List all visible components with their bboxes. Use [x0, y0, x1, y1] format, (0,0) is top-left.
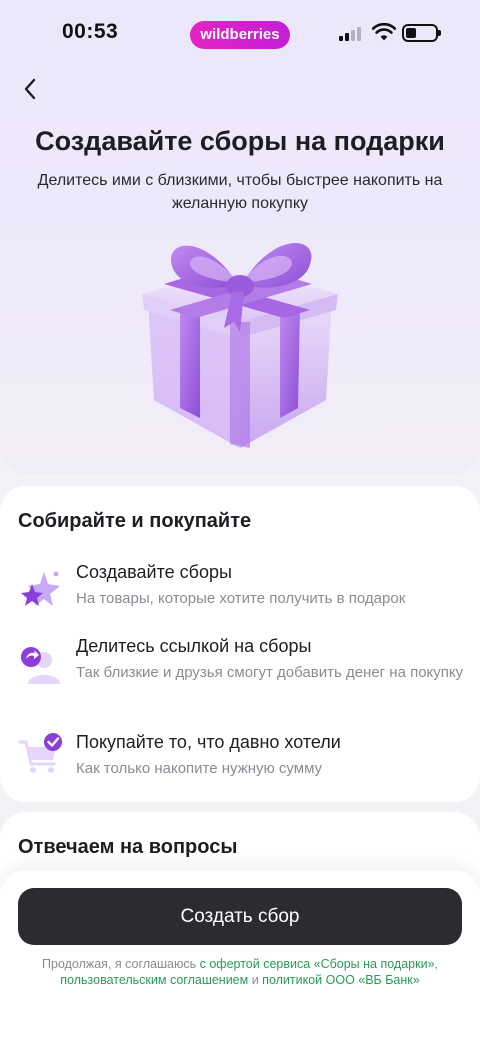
features-title: Собирайте и покупайте — [18, 510, 252, 532]
battery-icon — [402, 24, 441, 42]
legal-prefix: Продолжая, я соглашаюсь — [41, 957, 200, 971]
feature-description: Так близкие и друзья смогут добавить ден… — [76, 664, 464, 681]
user-agreement-link[interactable]: пользовательским соглашением — [60, 973, 248, 987]
faq-title: Отвечаем на вопросы — [18, 836, 238, 858]
page-title: Создавайте сборы на подарки — [35, 126, 445, 156]
create-collection-button[interactable]: Создать сбор — [18, 888, 462, 945]
cart-check-icon — [18, 733, 62, 773]
status-bar: 00:53 wildberries — [0, 0, 480, 66]
page-subtitle: Делитесь ими с близкими, чтобы быстрее н… — [37, 172, 443, 212]
stars-icon — [21, 571, 60, 606]
gift-box-icon — [142, 243, 338, 448]
feature-title: Делитесь ссылкой на сборы — [76, 636, 312, 656]
feature-title: Покупайте то, что давно хотели — [76, 732, 341, 752]
feature-title: Создавайте сборы — [76, 562, 232, 582]
legal-separator: и — [248, 973, 263, 987]
feature-description: На товары, которые хотите получить в под… — [76, 590, 406, 607]
bottom-panel: Создать сбор Продолжая, я соглашаюсь с о… — [0, 870, 480, 1041]
legal-text: Продолжая, я соглашаюсь с офертой сервис… — [10, 956, 470, 988]
back-button[interactable] — [14, 72, 46, 106]
features-card: Собирайте и покупайте Создавайте сборы Н… — [0, 486, 480, 802]
status-time: 00:53 — [62, 20, 119, 43]
offer-link[interactable]: с офертой сервиса «Сборы на подарки» — [200, 957, 435, 971]
privacy-policy-link[interactable]: политикой ООО «ВБ Банк» — [262, 973, 420, 987]
legal-separator: , — [434, 957, 438, 971]
cellular-signal-icon — [339, 27, 365, 41]
chevron-left-icon — [24, 78, 36, 100]
share-user-icon — [21, 647, 60, 684]
wifi-icon — [372, 22, 396, 41]
brand-badge[interactable]: wildberries — [190, 21, 290, 49]
feature-description: Как только накопите нужную сумму — [76, 760, 323, 777]
